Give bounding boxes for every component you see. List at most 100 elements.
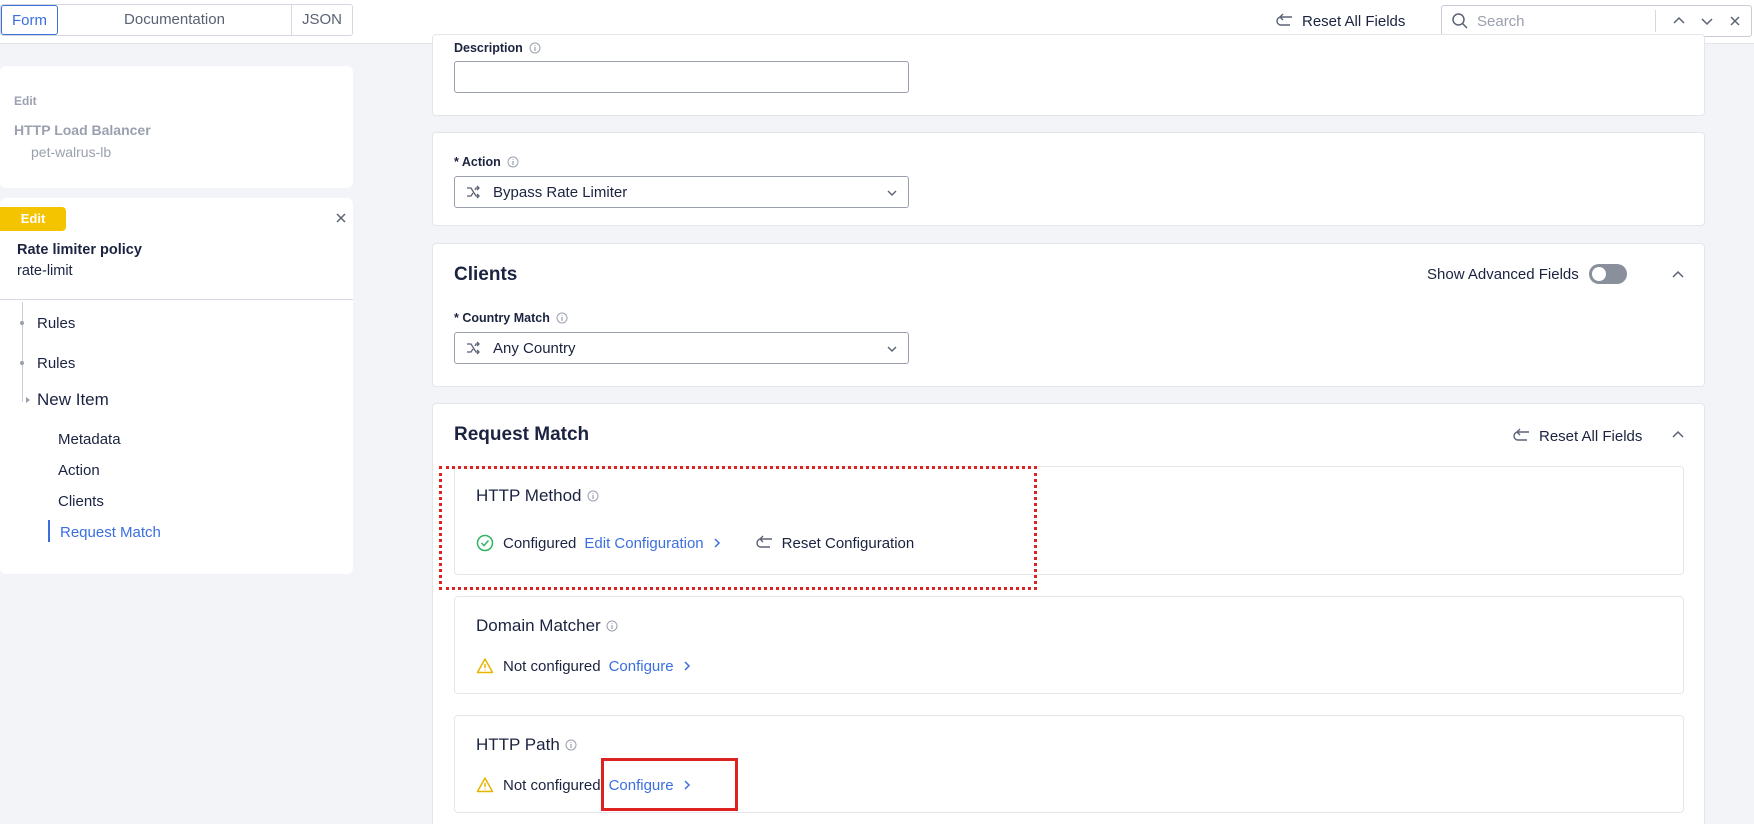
search-clear-button[interactable] [1726,12,1744,30]
domain-matcher-configure-link[interactable]: Configure [609,658,692,675]
info-icon[interactable] [507,156,519,168]
http-method-status: Configured [503,534,577,552]
domain-matcher-status-row: Not configured Configure [476,657,692,675]
info-icon[interactable] [529,42,541,54]
show-advanced-fields: Show Advanced Fields [1427,264,1627,284]
info-icon[interactable] [587,490,599,502]
search-divider [1655,10,1656,32]
nav-item-clients[interactable]: Clients [58,493,104,510]
nav-item-action[interactable]: Action [58,462,100,479]
configure-label: Configure [608,657,674,675]
search-next-button[interactable] [1698,12,1716,30]
action-label: * Action [454,155,501,169]
request-match-card: Request Match Reset All Fields HTTP Meth… [432,403,1705,824]
country-label-row: * Country Match [454,311,568,325]
action-value: Bypass Rate Limiter [493,183,628,201]
chevron-right-icon [684,661,690,671]
http-method-card: HTTP Method Configured Edit Configuratio… [454,466,1684,575]
search-prev-button[interactable] [1670,12,1688,30]
tree-dot [20,361,24,365]
description-card: Description [432,34,1705,116]
edit-configuration-label: Edit Configuration [584,534,704,552]
load-balancer-title: HTTP Load Balancer [14,122,151,138]
http-method-title: HTTP Method [476,486,582,505]
chevron-right-icon [714,538,720,548]
http-path-card: HTTP Path Not configured Configure [454,715,1684,813]
load-balancer-card[interactable]: Edit HTTP Load Balancer pet-walrus-lb [0,66,353,188]
close-icon[interactable] [333,210,349,226]
http-path-configure-link[interactable]: Configure [609,777,692,794]
show-advanced-label: Show Advanced Fields [1427,265,1579,283]
check-circle-icon [476,534,494,552]
edit-badge: Edit [0,207,66,231]
request-match-reset-button[interactable]: Reset All Fields [1513,425,1642,447]
http-method-title-row: HTTP Method [476,486,599,506]
tree-dot [20,321,24,325]
domain-matcher-status: Not configured [503,657,601,675]
info-icon[interactable] [606,620,618,632]
action-select[interactable]: Bypass Rate Limiter [454,176,909,208]
load-balancer-name: pet-walrus-lb [31,144,112,160]
reset-icon [755,535,772,548]
description-label: Description [454,41,523,55]
close-icon [1730,16,1740,26]
search-box [1441,5,1752,37]
chevron-down-icon [1701,18,1713,26]
info-icon[interactable] [556,312,568,324]
domain-matcher-title-row: Domain Matcher [476,616,618,636]
clients-card: Clients Show Advanced Fields * Country M… [432,243,1705,387]
policy-card: Edit Rate limiter policy rate-limit Rule… [0,198,353,574]
country-match-select[interactable]: Any Country [454,332,909,364]
reset-all-fields-label: Reset All Fields [1302,12,1406,30]
reset-icon [1513,428,1529,441]
http-path-title: HTTP Path [476,735,560,754]
nav-item-metadata[interactable]: Metadata [58,431,121,448]
action-label-row: * Action [454,155,519,169]
search-input[interactable] [1477,12,1657,30]
clients-title: Clients [454,264,518,285]
collapse-icon[interactable] [1670,427,1686,443]
tab-json[interactable]: JSON [292,5,352,35]
reset-all-fields-button[interactable]: Reset All Fields [1276,10,1405,32]
view-tabs: Form Documentation JSON [0,4,353,36]
tree-line [22,302,23,402]
route-icon [467,185,480,199]
tab-documentation[interactable]: Documentation [58,5,292,35]
description-input[interactable] [454,61,909,93]
country-match-value: Any Country [493,339,576,357]
edit-label: Edit [14,94,37,108]
http-method-status-row: Configured Edit Configuration Reset Conf… [476,534,914,552]
collapse-icon[interactable] [1670,267,1686,283]
request-match-title: Request Match [454,424,590,445]
reset-configuration-button[interactable]: Reset Configuration [755,534,915,552]
policy-name: rate-limit [17,263,73,279]
warning-icon [476,777,494,793]
configure-label: Configure [608,776,674,794]
reset-icon [1276,13,1292,26]
info-icon[interactable] [565,739,577,751]
show-advanced-toggle[interactable] [1588,264,1627,284]
chevron-down-icon [887,190,897,196]
tab-form[interactable]: Form [1,5,58,35]
http-path-status-row: Not configured Configure [476,776,692,794]
nav-item-new-item[interactable]: New Item [37,390,109,410]
warning-icon [476,658,494,674]
edit-configuration-link[interactable]: Edit Configuration [584,535,721,552]
http-path-status: Not configured [503,776,601,794]
nav-item-rules[interactable]: Rules [37,315,75,332]
domain-matcher-title: Domain Matcher [476,616,601,635]
request-match-reset-label: Reset All Fields [1539,427,1643,445]
toggle-knob [1591,267,1606,281]
nav-item-request-match[interactable]: Request Match [60,524,161,541]
policy-title: Rate limiter policy [17,242,142,258]
route-icon [467,341,480,355]
country-match-label: * Country Match [454,311,550,325]
action-card: * Action Bypass Rate Limiter [432,132,1705,226]
http-path-title-row: HTTP Path [476,735,577,755]
caret-right-icon [26,397,30,403]
search-icon [1452,13,1468,29]
nav-item-rules[interactable]: Rules [37,355,75,372]
chevron-right-icon [684,780,690,790]
chevron-down-icon [887,346,897,352]
reset-configuration-label: Reset Configuration [781,534,915,552]
